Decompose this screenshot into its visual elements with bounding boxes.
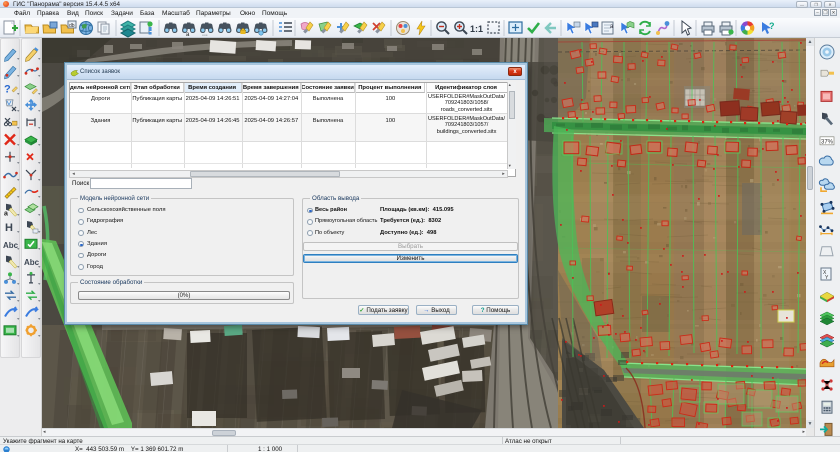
svg-text:a: a: [4, 211, 8, 218]
svg-text:...: ...: [202, 31, 208, 38]
svg-text:?: ?: [769, 21, 775, 31]
svg-text:H: H: [5, 222, 13, 234]
svg-text:Abc: Abc: [24, 258, 40, 267]
svg-text:37%: 37%: [821, 139, 834, 145]
svg-text:1:1: 1:1: [470, 24, 483, 34]
svg-text:db: db: [69, 23, 75, 29]
svg-text:?: ?: [4, 84, 11, 96]
svg-text:Abc: Abc: [3, 241, 19, 250]
